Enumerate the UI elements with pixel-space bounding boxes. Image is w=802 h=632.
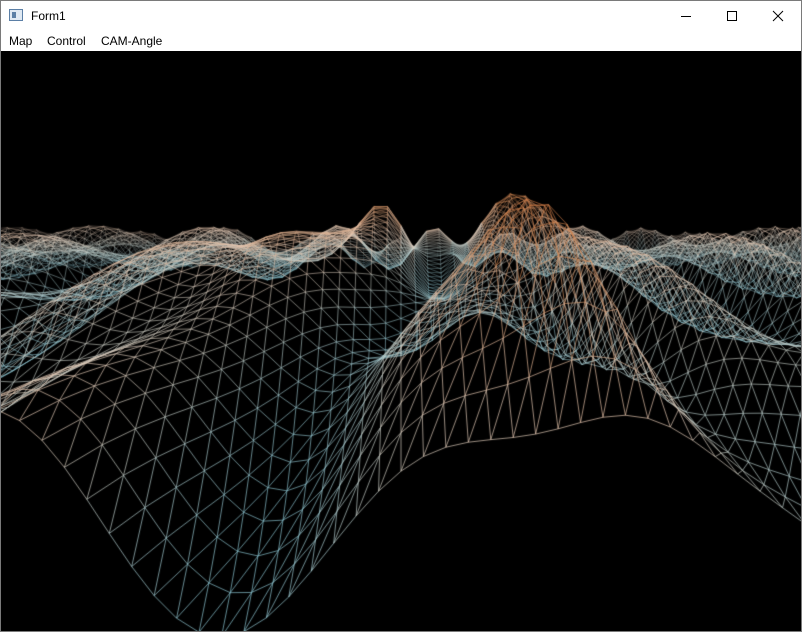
maximize-icon: [727, 11, 737, 21]
close-icon: [772, 10, 784, 22]
menu-cam-angle[interactable]: CAM-Angle: [100, 34, 163, 48]
minimize-button[interactable]: [663, 1, 709, 31]
app-window-icon[interactable]: [9, 9, 23, 21]
title-bar[interactable]: Form1: [1, 1, 801, 31]
terrain-wireframe-canvas[interactable]: [1, 51, 801, 631]
maximize-button[interactable]: [709, 1, 755, 31]
app-window: Form1 Map Control CAM-Angle: [0, 0, 802, 632]
window-title: Form1: [31, 9, 66, 23]
close-button[interactable]: [755, 1, 801, 31]
minimize-icon: [681, 16, 691, 17]
terrain-viewport[interactable]: [1, 51, 801, 631]
menu-control[interactable]: Control: [46, 34, 87, 48]
menu-map[interactable]: Map: [8, 34, 33, 48]
menu-bar: Map Control CAM-Angle: [1, 31, 801, 51]
